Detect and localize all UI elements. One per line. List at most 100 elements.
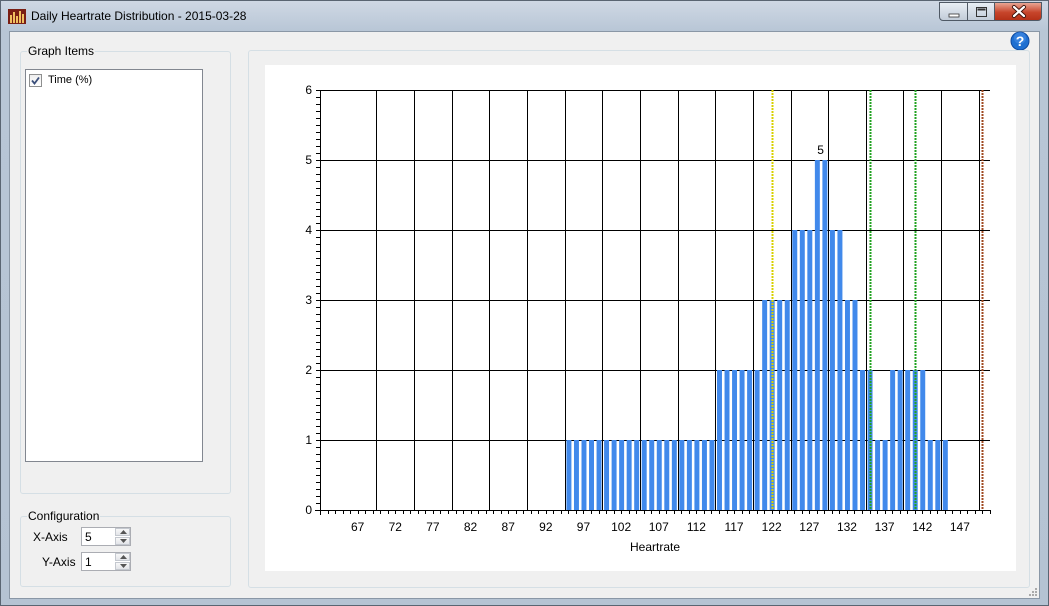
chart-bar: [739, 370, 745, 510]
x-axis-up-button[interactable]: [115, 528, 130, 536]
graph-item-time[interactable]: Time (%): [29, 72, 92, 88]
x-axis-down-button[interactable]: [115, 537, 130, 545]
chart-bar: [905, 370, 911, 510]
chart-bar: [634, 440, 640, 510]
x-tick-label: 112: [687, 520, 706, 534]
chevron-down-icon: [120, 539, 127, 543]
minimize-button[interactable]: [939, 2, 968, 21]
chart-bar: [717, 370, 722, 510]
time-checkbox[interactable]: [29, 73, 42, 87]
chart-area: 0 1 2 3 4 5 6 67 72 77 82 87 92 97 102 107 112 117 122 127 1…: [265, 65, 1016, 571]
configuration-group: Configuration: [20, 509, 231, 587]
chart-bar: [882, 440, 888, 510]
maximize-button[interactable]: [967, 2, 995, 21]
title-bar[interactable]: Daily Heartrate Distribution - 2015-03-2…: [1, 1, 1048, 31]
minimize-icon: [948, 13, 960, 18]
x-tick-label: 132: [837, 520, 857, 534]
x-tick-label: 87: [502, 520, 516, 534]
chart-bar: [581, 440, 587, 510]
chart-bar: [860, 370, 866, 510]
window-title: Daily Heartrate Distribution - 2015-03-2…: [31, 9, 247, 23]
chart-bar: [626, 440, 632, 510]
chart-bar: [566, 440, 572, 510]
x-tick-label: 142: [912, 520, 932, 534]
chart-bar: [927, 440, 933, 510]
y-axis-label: Y-Axis: [42, 555, 76, 569]
chart-bar: [604, 440, 610, 510]
chart-bar: [777, 300, 783, 510]
y-axis-spinner[interactable]: [81, 552, 131, 571]
chart-bar: [837, 230, 843, 510]
data-label: 5: [817, 143, 824, 157]
chart-bar: [573, 440, 579, 510]
y-axis-down-button[interactable]: [115, 562, 130, 570]
maximize-icon: [976, 7, 987, 17]
chart-bar: [641, 440, 647, 510]
client-area: ? Graph Items Time (%) Configuration X-A…: [9, 31, 1040, 599]
chart-bar: [935, 440, 941, 510]
resize-grip-icon[interactable]: [1027, 586, 1038, 597]
y-axis-up-button[interactable]: [115, 553, 130, 561]
help-icon[interactable]: ?: [1010, 31, 1030, 51]
configuration-legend: Configuration: [28, 509, 100, 523]
x-tick-label: 92: [539, 520, 553, 534]
chart-bar: [822, 160, 828, 510]
chart-bar: [589, 440, 594, 510]
chart-bar: [762, 300, 768, 510]
svg-text:?: ?: [1016, 33, 1025, 49]
x-axis-input[interactable]: [82, 528, 117, 545]
y-tick-label: 1: [305, 433, 312, 447]
chevron-down-icon: [120, 564, 127, 568]
chart-bar: [807, 230, 813, 510]
checkmark-icon: [31, 76, 40, 85]
x-tick-label: 82: [464, 520, 478, 534]
chart-bar: [664, 440, 670, 510]
chart-bar: [656, 440, 662, 510]
x-axis-label: X-Axis: [33, 530, 68, 544]
x-tick-label: 97: [577, 520, 591, 534]
y-tick-label: 6: [305, 83, 312, 97]
y-tick-label: 5: [305, 153, 312, 167]
chart-bar: [732, 370, 738, 510]
time-checkbox-label: Time (%): [48, 74, 93, 86]
chart-bar: [671, 440, 677, 510]
chart-bar: [649, 440, 655, 510]
chart-bar: [890, 370, 896, 510]
x-axis-spinner[interactable]: [81, 527, 131, 546]
graph-items-legend: Graph Items: [28, 44, 95, 58]
chart-bar: [724, 370, 730, 510]
chart-bar: [747, 370, 753, 510]
chart-bar: [799, 230, 805, 510]
chart-bar: [619, 440, 625, 510]
chart-bar: [920, 370, 926, 510]
x-tick-label: 77: [426, 520, 440, 534]
x-tick-label: 107: [649, 520, 669, 534]
chart-bar: [679, 440, 685, 510]
graph-items-list[interactable]: Time (%): [25, 69, 203, 462]
chart-bar: [829, 230, 835, 510]
y-axis-input[interactable]: [82, 553, 117, 570]
x-tick-label: 122: [762, 520, 782, 534]
chart-bar: [754, 370, 760, 510]
x-tick-label: 127: [799, 520, 819, 534]
chart-bar: [686, 440, 692, 510]
y-tick-label: 0: [305, 503, 312, 517]
x-tick-label: 72: [389, 520, 403, 534]
x-tick-label: 147: [950, 520, 970, 534]
chart-bar: [875, 440, 881, 510]
app-window: Daily Heartrate Distribution - 2015-03-2…: [0, 0, 1049, 606]
close-button[interactable]: [994, 2, 1042, 21]
bar-chart-icon: [8, 7, 26, 24]
chart-panel: 0 1 2 3 4 5 6 67 72 77 82 87 92 97 102 107 112 117 122 127 1…: [248, 50, 1030, 588]
chart-bar: [611, 440, 617, 510]
chart-bar: [942, 440, 948, 510]
x-tick-label: 137: [875, 520, 895, 534]
heartrate-chart: 0 1 2 3 4 5 6 67 72 77 82 87 92 97 102 107 112 117 122 127 1…: [305, 83, 991, 554]
chart-bar: [596, 440, 602, 510]
close-icon: [1012, 5, 1026, 18]
chart-bar: [701, 440, 707, 510]
chart-bar: [844, 300, 850, 510]
y-tick-label: 3: [305, 293, 312, 307]
chart-bar: [784, 300, 790, 510]
chart-bar: [852, 300, 858, 510]
